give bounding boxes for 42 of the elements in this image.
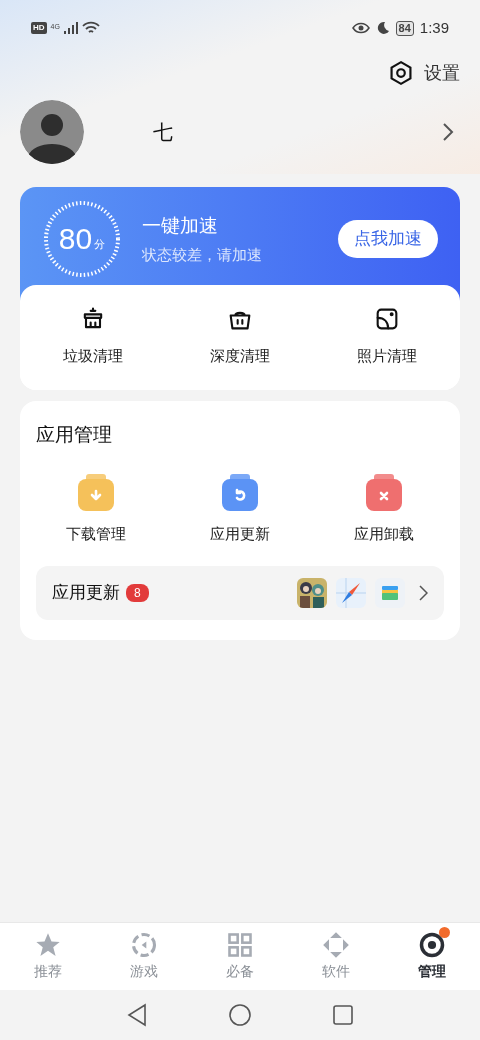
boost-title: 一键加速 (142, 213, 219, 238)
wallet-app-icon (375, 577, 405, 608)
eye-icon (351, 22, 370, 34)
settings-button[interactable]: 设置 (388, 59, 460, 87)
back-icon[interactable] (126, 1003, 148, 1027)
chevron-right-icon (419, 584, 428, 601)
app-tool-button[interactable]: 应用卸载 (324, 473, 444, 546)
app-tool-button[interactable]: 应用更新 (180, 473, 300, 546)
battery-level: 84 (395, 20, 414, 36)
score-value: 80 (58, 224, 93, 254)
target-icon (418, 931, 446, 959)
moon-icon (375, 21, 390, 35)
score-unit: 分 (94, 236, 106, 252)
hd-icon: HD (31, 22, 47, 34)
wifi-icon (81, 21, 100, 35)
clean-tool-button[interactable]: 垃圾清理 (33, 305, 154, 368)
clean-tool-button[interactable]: 照片清理 (326, 305, 447, 368)
updates-label: 应用更新 (52, 581, 120, 604)
avatar (20, 100, 84, 164)
update-count: 8 (126, 583, 149, 602)
clock: 1:39 (419, 17, 449, 38)
tab[interactable]: 管理 (392, 931, 472, 982)
settings-icon (388, 60, 414, 86)
diamond-icon (322, 931, 350, 959)
updates-row[interactable]: 应用更新 8 (36, 565, 444, 620)
home-icon[interactable] (228, 1003, 252, 1027)
delete-bin-icon (364, 473, 404, 511)
app-tool-button[interactable]: 下载管理 (36, 473, 156, 546)
download-folder-icon (76, 473, 116, 511)
user-name: 七 (153, 120, 173, 145)
clean-tool-button[interactable]: 深度清理 (180, 305, 300, 368)
section-title: 应用管理 (36, 422, 113, 447)
profile-row[interactable]: 七 (0, 90, 480, 174)
game-icon (130, 931, 158, 959)
boost-button[interactable]: 点我加速 (338, 220, 438, 258)
signal-icon (63, 22, 78, 34)
chevron-right-icon (442, 122, 454, 142)
grid-icon (226, 931, 254, 959)
recents-icon[interactable] (332, 1004, 354, 1026)
compass-app-icon (336, 577, 366, 608)
refresh-icon (220, 473, 260, 511)
boost-subtitle: 状态较差，请加速 (142, 245, 262, 265)
